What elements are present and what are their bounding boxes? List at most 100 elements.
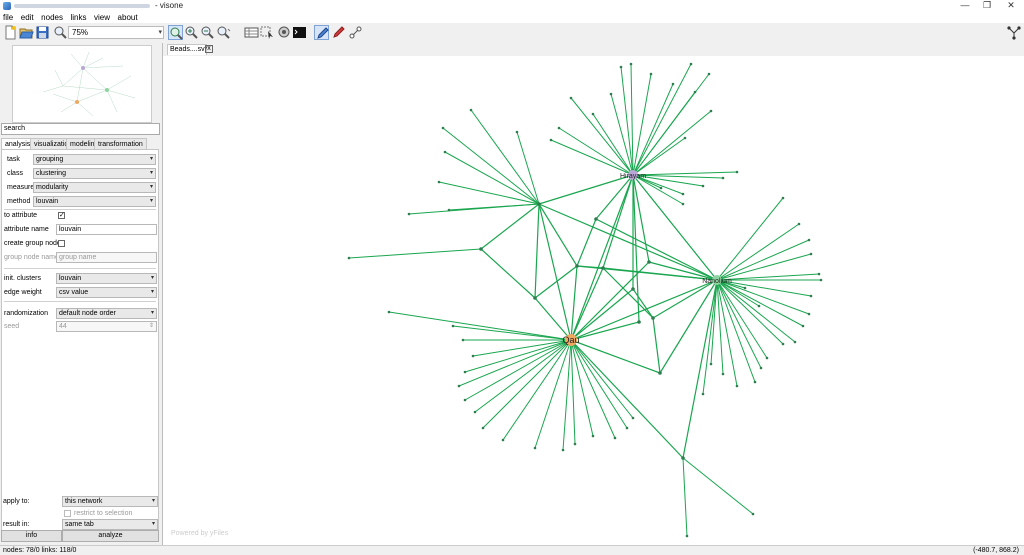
hub-node-label: Hirayam — [620, 173, 646, 180]
graph-node — [809, 252, 813, 256]
result-in-select[interactable]: same tab ▾ — [62, 519, 158, 530]
layout-tool-icon[interactable] — [348, 25, 363, 40]
search-input[interactable]: search — [1, 123, 160, 135]
inspect-icon[interactable] — [276, 25, 291, 40]
graph-edge — [716, 273, 820, 281]
network-structure-icon[interactable] — [1006, 25, 1021, 40]
group-node-name-input[interactable]: group name — [56, 252, 157, 263]
network-graph[interactable]: Hirayam Nanolium Qau — [163, 56, 1024, 545]
graph-edge — [632, 110, 712, 176]
graph-edge — [570, 339, 616, 439]
open-folder-icon[interactable] — [19, 25, 34, 40]
menu-about[interactable]: about — [118, 12, 138, 23]
graph-node — [701, 392, 705, 396]
apply-to-select[interactable]: this network ▾ — [62, 496, 158, 507]
graph-node — [693, 90, 697, 94]
measure-label: measure — [7, 184, 35, 191]
graph-edge — [550, 139, 634, 176]
overview-thumbnail[interactable] — [12, 45, 152, 123]
chevron-down-icon: ▾ — [149, 198, 153, 204]
graph-node — [637, 320, 641, 324]
class-select[interactable]: clustering ▾ — [33, 168, 156, 179]
graph-node — [479, 247, 483, 251]
graph-node — [681, 202, 685, 206]
create-group-nodes-label: create group nodes — [4, 240, 65, 247]
edge-weight-label: edge weight — [4, 289, 42, 296]
zoom-level-select[interactable]: 75% ▾ — [68, 26, 164, 39]
chevron-down-icon: ▾ — [149, 184, 153, 190]
menu-links[interactable]: links — [70, 12, 86, 23]
graph-node — [613, 436, 617, 440]
attribute-name-input[interactable]: louvain — [56, 224, 157, 235]
analyze-button[interactable]: analyze — [62, 530, 159, 542]
analysis-panel: task grouping ▾ class clustering ▾ measure… — [1, 149, 159, 541]
init-clusters-value: louvain — [59, 275, 82, 282]
menu-view[interactable]: view — [94, 12, 110, 23]
graph-node — [781, 342, 785, 346]
zoom-out-icon[interactable] — [200, 25, 215, 40]
graph-node — [807, 312, 811, 316]
edge-weight-select[interactable]: csv value ▾ — [56, 287, 157, 298]
graph-node — [647, 260, 651, 264]
hub-node-label: Nanolium — [702, 278, 732, 285]
graph-node — [387, 310, 391, 314]
seed-spinner[interactable]: 44 ⇕ — [56, 321, 157, 332]
graph-node — [683, 136, 687, 140]
zoom-selection-icon[interactable] — [216, 25, 231, 40]
window-title: - visone — [155, 1, 184, 10]
zoom-fit-icon[interactable] — [168, 25, 183, 40]
to-attribute-checkbox[interactable]: ✓ — [58, 212, 65, 219]
close-window-button[interactable]: ✕ — [996, 0, 1024, 12]
select-tool-icon[interactable] — [260, 25, 275, 40]
graph-edge — [632, 174, 640, 323]
title-bar: - visone — ❐ ✕ — [0, 0, 1024, 12]
task-value: grouping — [36, 156, 64, 163]
menu-edit[interactable]: edit — [21, 12, 34, 23]
menu-file[interactable]: file — [3, 12, 13, 23]
method-select[interactable]: louvain ▾ — [33, 196, 156, 207]
menu-bar: file edit nodes links view about — [0, 12, 1024, 23]
new-file-icon[interactable] — [3, 25, 18, 40]
console-icon[interactable] — [292, 25, 307, 40]
graph-canvas[interactable]: Hirayam Nanolium Qau Powered by yFiles — [163, 56, 1024, 545]
restrict-to-selection-checkbox[interactable] — [64, 510, 71, 517]
menu-nodes[interactable]: nodes — [41, 12, 63, 23]
randomization-label: randomization — [4, 310, 48, 317]
zoom-in-icon[interactable] — [184, 25, 199, 40]
init-clusters-select[interactable]: louvain ▾ — [56, 273, 157, 284]
group-node-name-label: group node name — [4, 254, 59, 261]
graph-node — [753, 380, 757, 384]
graph-node — [533, 446, 537, 450]
graph-edge — [534, 339, 572, 449]
graph-edge — [632, 171, 738, 176]
graph-edge — [632, 73, 652, 176]
hub-node-label: Qau — [562, 335, 579, 345]
graph-edge — [595, 174, 634, 220]
graph-edge — [570, 339, 684, 459]
graph-node — [707, 72, 711, 76]
edit-pen-icon[interactable] — [314, 25, 329, 40]
create-group-nodes-checkbox[interactable] — [58, 240, 65, 247]
graph-edge — [470, 109, 540, 205]
task-select[interactable]: grouping ▾ — [33, 154, 156, 165]
graph-edge — [602, 174, 634, 269]
zoom-icon[interactable] — [53, 25, 68, 40]
close-tab-icon[interactable]: x — [205, 45, 213, 53]
draw-link-icon[interactable] — [331, 25, 346, 40]
info-button[interactable]: info — [1, 530, 62, 542]
chevron-down-icon: ▾ — [150, 289, 154, 295]
graph-edge — [474, 339, 572, 413]
graph-edge — [716, 239, 810, 281]
randomization-select[interactable]: default node order ▾ — [56, 308, 157, 319]
measure-select[interactable]: modularity ▾ — [33, 182, 156, 193]
graph-node — [471, 354, 475, 358]
save-icon[interactable] — [35, 25, 50, 40]
graph-edge — [632, 63, 692, 176]
graph-node — [819, 278, 823, 282]
spinner-arrows-icon[interactable]: ⇕ — [149, 322, 154, 331]
table-icon[interactable] — [244, 25, 259, 40]
graph-node — [515, 130, 519, 134]
graph-tab[interactable]: Beads....sv* — [167, 44, 207, 55]
graph-node — [457, 384, 461, 388]
measure-value: modularity — [36, 184, 69, 191]
